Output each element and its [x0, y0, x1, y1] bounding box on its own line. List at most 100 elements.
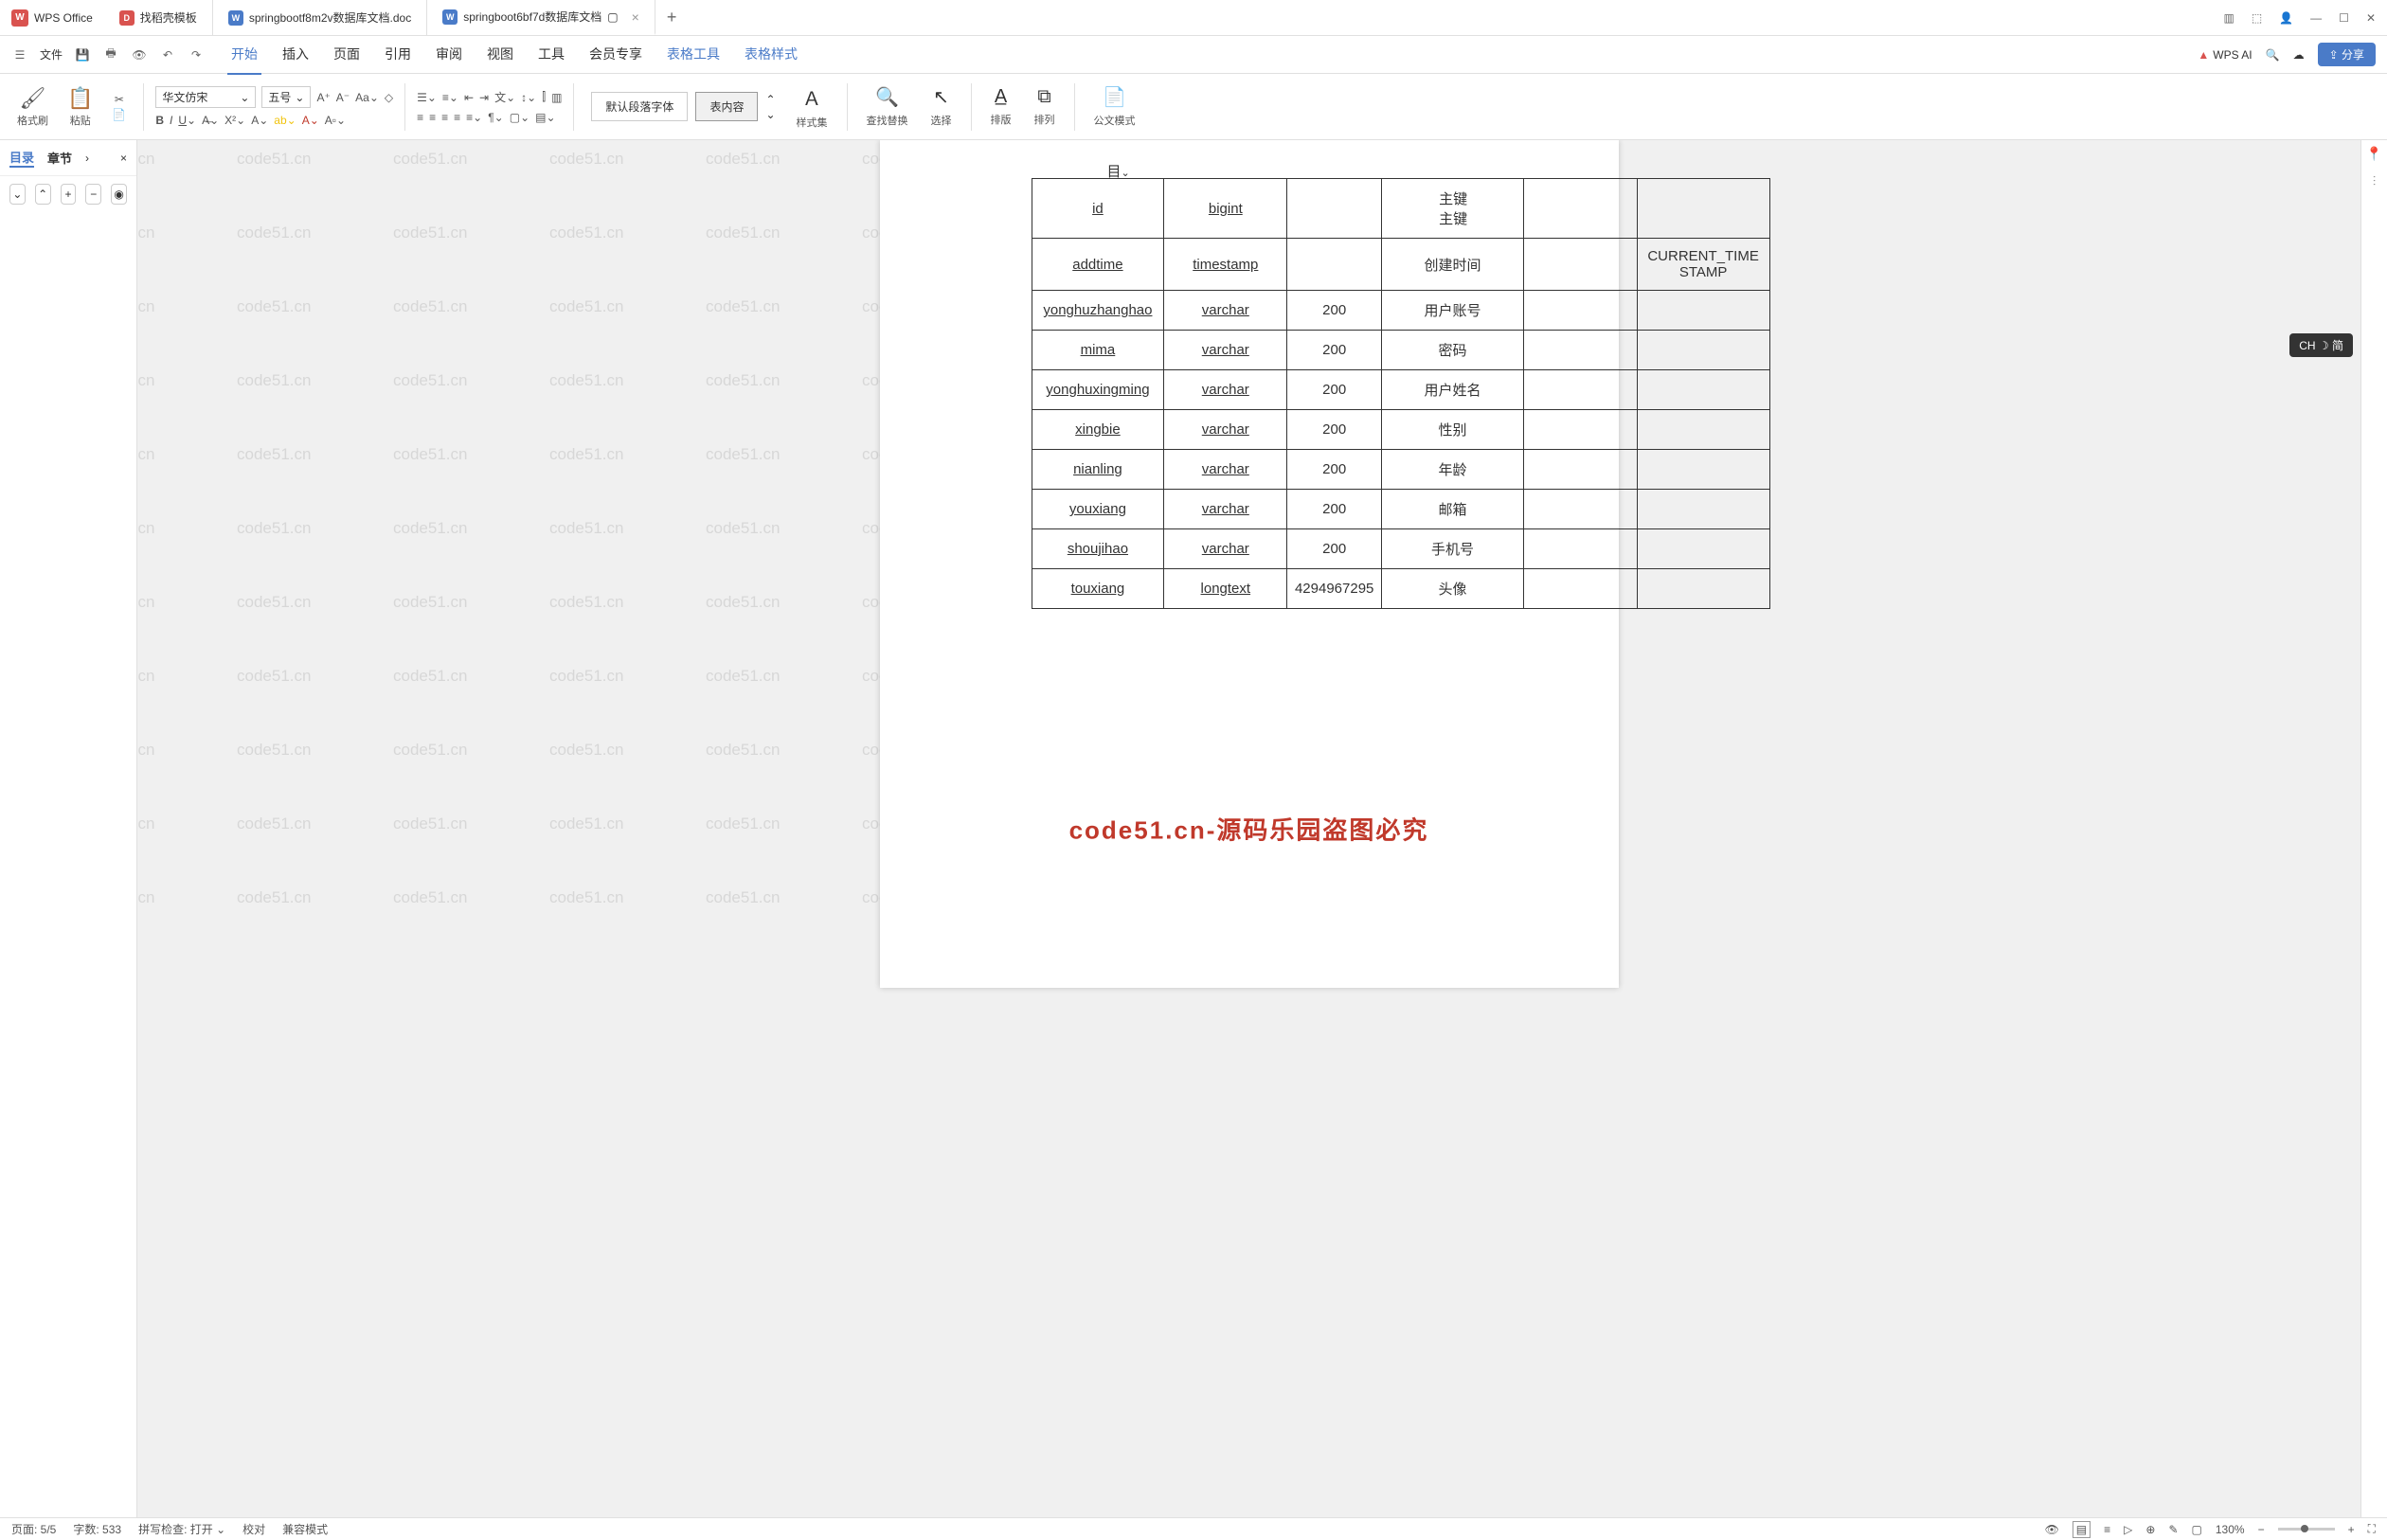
find-replace-button[interactable]: 🔍 查找替换 [859, 85, 916, 128]
clear-format-icon[interactable]: ◇ [385, 91, 393, 104]
collapse-icon[interactable]: ⌄ [9, 184, 26, 205]
style-content[interactable]: 表内容 [695, 92, 758, 121]
align-distribute-icon[interactable]: ≡⌄ [466, 111, 482, 124]
outdent-icon[interactable]: ⇤ [464, 91, 474, 104]
spell-check-status[interactable]: 拼写检查: 打开 ⌄ [138, 1521, 225, 1537]
tab-template[interactable]: D 找稻壳模板 [104, 0, 213, 35]
underline-button[interactable]: U⌄ [178, 114, 196, 127]
zoom-out-icon[interactable]: − [2258, 1523, 2265, 1536]
align-left-icon[interactable]: ≡ [417, 111, 423, 124]
menu-tab-reference[interactable]: 引用 [381, 35, 415, 75]
remove-icon[interactable]: − [85, 184, 101, 205]
border-icon[interactable]: ▢⌄ [510, 111, 529, 124]
hamburger-icon[interactable]: ☰ [11, 46, 28, 63]
shading-button[interactable]: A▫⌄ [325, 114, 346, 127]
share-button[interactable]: ⇪ 分享 [2318, 43, 2376, 66]
zoom-level[interactable]: 130% [2216, 1523, 2245, 1536]
menu-tab-page[interactable]: 页面 [330, 35, 364, 75]
word-count[interactable]: 字数: 533 [73, 1521, 121, 1537]
minimize-button[interactable]: — [2310, 11, 2322, 25]
italic-button[interactable]: I [170, 114, 172, 127]
tab-add-button[interactable]: + [655, 8, 689, 27]
print-icon[interactable]: 🖶 [102, 46, 119, 63]
undo-icon[interactable]: ↶ [159, 46, 176, 63]
columns-icon[interactable]: ▥ [551, 91, 562, 104]
chevron-right-icon[interactable]: › [85, 152, 89, 165]
document-area[interactable]: code51.cncode51.cncode51.cncode51.cncode… [137, 140, 2360, 1517]
indent-icon[interactable]: ⇥ [479, 91, 489, 104]
paste-label[interactable]: 粘贴 [70, 113, 91, 128]
cut-icon[interactable]: ✂ [115, 93, 124, 106]
view-icon[interactable]: ◉ [111, 184, 127, 205]
font-color-button[interactable]: A⌄ [302, 114, 319, 127]
save-icon[interactable]: 💾 [74, 46, 91, 63]
menu-tab-start[interactable]: 开始 [227, 35, 261, 75]
tab-doc1[interactable]: W springbootf8m2v数据库文档.doc [213, 0, 427, 35]
wps-ai-button[interactable]: ▲ WPS AI [2198, 48, 2252, 62]
table-row[interactable]: youxiang varchar 200 邮箱 [1032, 490, 1769, 529]
eye-icon[interactable]: 👁 [2045, 1523, 2059, 1536]
web-view-icon[interactable]: ⊕ [2145, 1523, 2155, 1536]
close-button[interactable]: ✕ [2366, 11, 2376, 25]
change-case-icon[interactable]: Aa⌄ [355, 91, 379, 104]
close-icon[interactable]: × [120, 152, 127, 165]
close-icon[interactable]: × [632, 9, 639, 25]
menu-tab-table-tools[interactable]: 表格工具 [663, 35, 724, 75]
table-row[interactable]: shoujihao varchar 200 手机号 [1032, 529, 1769, 569]
table-row[interactable]: touxiang longtext 4294967295 头像 [1032, 569, 1769, 609]
cloud-icon[interactable]: ☁ [2293, 48, 2305, 62]
superscript-button[interactable]: X²⌄ [224, 114, 245, 127]
table-row[interactable]: yonghuzhanghao varchar 200 用户账号 [1032, 291, 1769, 331]
strikethrough-button[interactable]: A̶⌄ [202, 114, 219, 127]
table-row[interactable]: id bigint 主键 主键 [1032, 179, 1769, 239]
add-icon[interactable]: + [61, 184, 77, 205]
menu-tab-member[interactable]: 会员专享 [585, 35, 646, 75]
avatar-icon[interactable]: 👤 [2279, 11, 2293, 25]
menu-tab-tools[interactable]: 工具 [534, 35, 568, 75]
line-spacing-icon[interactable]: ↕⌄ [521, 91, 536, 104]
sidebar-tab-toc[interactable]: 目录 [9, 148, 34, 168]
zoom-slider[interactable] [2278, 1528, 2335, 1531]
edit-icon[interactable]: ✎ [2168, 1523, 2178, 1536]
ime-indicator[interactable]: CH ☽ 简 [2289, 333, 2353, 357]
database-table[interactable]: id bigint 主键 主键 addtime timestamp 创建时间 C… [1032, 178, 1770, 609]
style-up-icon[interactable]: ⌃ [765, 93, 775, 106]
arrange-button[interactable]: ⧉ 排列 [1027, 86, 1063, 127]
font-name-select[interactable]: 华文仿宋 ⌄ [155, 86, 256, 108]
compat-mode[interactable]: 兼容模式 [282, 1521, 328, 1537]
preview-icon[interactable]: 👁 [131, 46, 148, 63]
text-effect-button[interactable]: A⌄ [251, 114, 268, 127]
copy-icon[interactable]: 📄 [112, 108, 126, 121]
page-view-icon[interactable]: ▤ [2073, 1521, 2091, 1538]
text-direction-icon[interactable]: 文⌄ [494, 89, 515, 105]
font-size-select[interactable]: 五号 ⌄ [261, 86, 311, 108]
style-default[interactable]: 默认段落字体 [591, 92, 688, 121]
table-row[interactable]: addtime timestamp 创建时间 CURRENT_TIMESTAMP [1032, 239, 1769, 291]
page-indicator[interactable]: 页面: 5/5 [11, 1521, 56, 1537]
play-icon[interactable]: ▷ [2124, 1523, 2132, 1536]
distribute-icon[interactable]: ⫿ [542, 90, 546, 104]
bold-button[interactable]: B [155, 114, 164, 127]
more-icon[interactable]: ⫶ [2373, 173, 2377, 189]
redo-icon[interactable]: ↷ [188, 46, 205, 63]
align-right-icon[interactable]: ≡ [441, 111, 448, 124]
proof-status[interactable]: 校对 [242, 1521, 265, 1537]
shrink-font-icon[interactable]: A⁻ [336, 91, 350, 104]
maximize-button[interactable]: ☐ [2339, 11, 2349, 25]
paste-icon[interactable]: 📋 [67, 86, 93, 111]
table-row[interactable]: mima varchar 200 密码 [1032, 331, 1769, 370]
layout-icon[interactable]: ▥ [2224, 11, 2234, 25]
search-icon[interactable]: 🔍 [2266, 48, 2280, 62]
number-list-icon[interactable]: ≡⌄ [442, 91, 458, 104]
select-button[interactable]: ↖ 选择 [924, 85, 960, 128]
file-menu[interactable]: 文件 [40, 46, 63, 63]
fill-icon[interactable]: ▤⌄ [535, 111, 555, 124]
sidebar-tab-chapter[interactable]: 章节 [47, 149, 72, 167]
align-justify-icon[interactable]: ≡ [454, 111, 460, 124]
pin-icon[interactable]: 📍 [2366, 146, 2382, 162]
outline-view-icon[interactable]: ≡ [2104, 1523, 2110, 1536]
expand-icon[interactable]: ⌃ [35, 184, 51, 205]
menu-tab-table-style[interactable]: 表格样式 [741, 35, 801, 75]
paragraph-mark-icon[interactable]: ¶⌄ [488, 111, 504, 124]
highlight-button[interactable]: ab⌄ [274, 114, 296, 127]
